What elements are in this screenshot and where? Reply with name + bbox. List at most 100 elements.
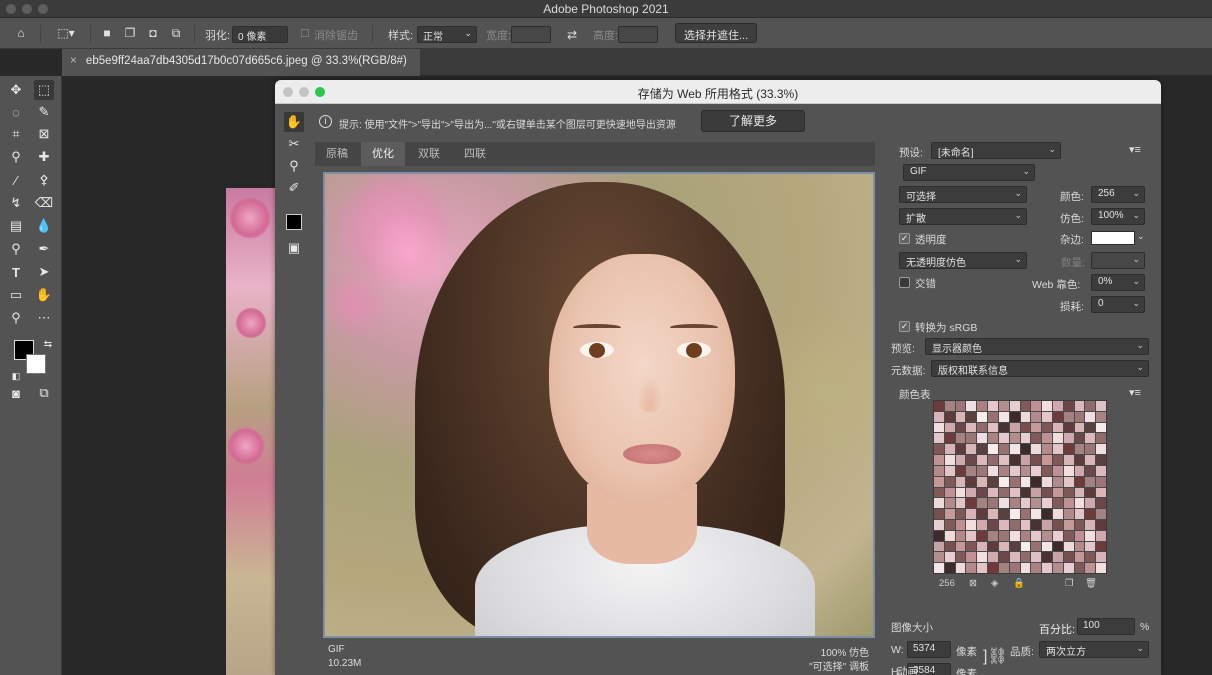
color-swatch[interactable] [1085,444,1096,455]
color-swatch[interactable] [977,455,988,465]
color-swatch[interactable] [977,401,988,411]
color-swatch[interactable] [1063,519,1074,530]
color-swatch[interactable] [1031,498,1042,509]
tab-2-up[interactable]: 双联 [407,142,451,166]
dither-amount-select[interactable]: 100% ⌄ [1091,208,1145,225]
healing-brush-tool-icon[interactable]: ✚ [34,147,54,167]
panel-menu-icon[interactable]: ▾≡ [1129,143,1141,156]
color-swatch[interactable] [1042,476,1052,487]
color-swatch[interactable] [955,487,966,498]
color-swatch[interactable] [944,509,955,519]
color-swatch[interactable] [1042,563,1052,573]
antialias-checkbox[interactable]: ☐ [300,27,310,40]
home-icon[interactable]: ⌂ [12,24,30,42]
color-swatch[interactable] [966,455,977,465]
color-swatch[interactable] [1020,455,1031,465]
quick-select-tool-icon[interactable]: ✎ [34,102,54,122]
color-swatch[interactable] [955,498,966,509]
color-swatch[interactable] [1031,444,1042,455]
zoom-tool-icon[interactable]: ⚲ [6,308,26,328]
color-swatch[interactable] [1063,401,1074,411]
color-swatch[interactable] [1074,509,1085,519]
intersect-selection-icon[interactable]: ⧉ [167,24,185,42]
color-swatch[interactable] [977,487,988,498]
color-swatch[interactable] [1096,541,1106,552]
color-swatch[interactable] [1042,519,1052,530]
color-swatch[interactable] [966,433,977,444]
color-swatch[interactable] [1042,530,1052,541]
color-swatch[interactable] [1074,401,1085,411]
color-swatch[interactable] [944,530,955,541]
color-swatch[interactable] [934,444,944,455]
slice-select-tool-icon[interactable]: ✂ [284,134,304,154]
color-swatch[interactable] [1020,509,1031,519]
color-swatch[interactable] [998,509,1009,519]
color-swatch[interactable] [966,411,977,422]
chevron-down-icon[interactable]: ⌄ [1137,231,1145,242]
color-swatch[interactable] [1042,433,1052,444]
color-swatch[interactable] [944,519,955,530]
rectangle-tool-icon[interactable]: ▭ [6,285,26,305]
web-snap-select[interactable]: 0% ⌄ [1091,274,1145,291]
color-swatch[interactable] [1063,455,1074,465]
color-reduction-select[interactable]: 可选择 ⌄ [899,186,1027,203]
color-swatch[interactable] [934,541,944,552]
color-swatch[interactable] [955,411,966,422]
color-table-menu-icon[interactable]: ▾≡ [1129,386,1141,399]
color-swatch[interactable] [1020,530,1031,541]
preview-select[interactable]: 显示器颜色 ⌄ [925,338,1149,355]
color-swatch[interactable] [988,455,998,465]
color-swatch[interactable] [944,401,955,411]
color-swatch[interactable] [1074,465,1085,476]
color-swatch[interactable] [998,541,1009,552]
color-swatch[interactable] [1063,411,1074,422]
hand-tool-icon[interactable]: ✋ [34,285,54,305]
color-swatch[interactable] [1063,433,1074,444]
color-swatch[interactable] [955,541,966,552]
color-swatch[interactable] [1042,509,1052,519]
colors-select[interactable]: 256 ⌄ [1091,186,1145,203]
swap-dimensions-icon[interactable]: ⇄ [563,26,581,44]
color-swatch[interactable] [1074,455,1085,465]
color-swatch[interactable] [934,401,944,411]
color-swatch[interactable] [1020,465,1031,476]
tab-optimized[interactable]: 优化 [361,142,405,166]
color-swatch[interactable] [1020,433,1031,444]
color-swatch[interactable] [998,411,1009,422]
color-swatch[interactable] [1085,519,1096,530]
color-swatch[interactable] [1031,455,1042,465]
color-swatch[interactable] [988,541,998,552]
convert-srgb-checkbox[interactable]: ✓ [899,321,910,332]
color-swatch[interactable] [1074,530,1085,541]
color-swatch[interactable] [1085,498,1096,509]
color-swatch[interactable] [934,509,944,519]
gradient-tool-icon[interactable]: ▤ [6,216,26,236]
color-swatch[interactable] [1031,530,1042,541]
color-swatch[interactable] [1063,422,1074,433]
color-swatch[interactable] [1052,411,1063,422]
color-swatch[interactable] [1063,509,1074,519]
color-swatch[interactable] [977,465,988,476]
color-swatch[interactable] [1042,552,1052,563]
background-color-swatch[interactable] [26,354,46,374]
eyedropper-tool-icon[interactable]: ⚲ [6,147,26,167]
lock-color-icon[interactable]: 🔒 [1013,578,1025,589]
color-swatch[interactable] [1020,552,1031,563]
lasso-tool-icon[interactable]: ◌ [6,102,26,122]
color-swatch[interactable] [944,498,955,509]
lossy-select[interactable]: 0 ⌄ [1091,296,1145,313]
color-swatch[interactable] [1052,509,1063,519]
format-select[interactable]: GIF ⌄ [903,164,1035,181]
color-swatch[interactable] [988,444,998,455]
color-swatch[interactable] [1042,422,1052,433]
color-swatch[interactable] [1031,541,1042,552]
color-swatch[interactable] [955,563,966,573]
dodge-tool-icon[interactable]: ⚲ [6,239,26,259]
width-input[interactable]: 5374 [907,641,951,658]
color-swatch[interactable] [977,476,988,487]
color-swatch[interactable] [1085,487,1096,498]
color-swatch[interactable] [955,476,966,487]
color-swatch[interactable] [1020,563,1031,573]
amount-select[interactable]: ⌄ [1091,252,1145,269]
color-swatch[interactable] [1009,498,1020,509]
